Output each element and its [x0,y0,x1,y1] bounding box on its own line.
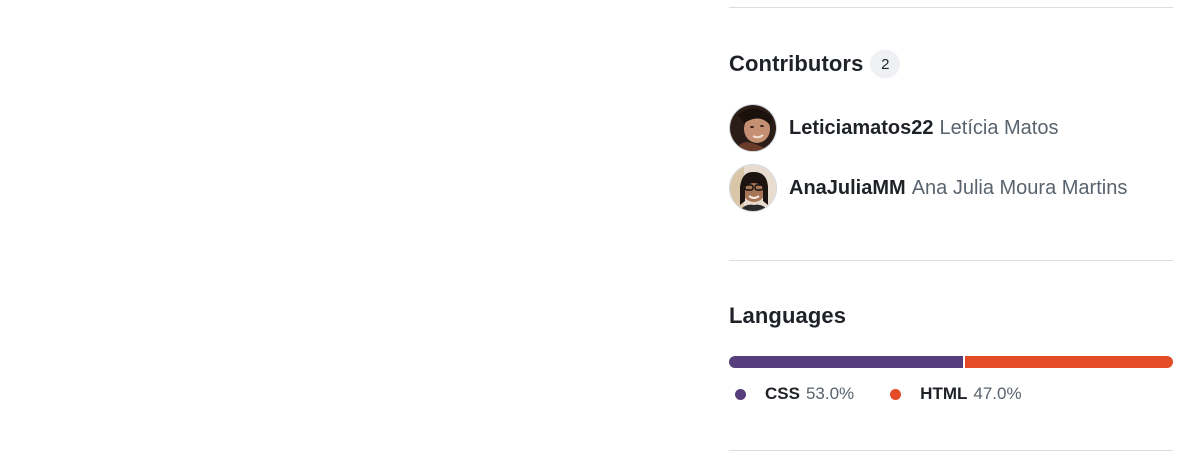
language-name[interactable]: CSS [765,384,800,404]
avatar-image-icon [730,105,776,151]
language-color-dot-icon [890,388,902,400]
contributor-avatar[interactable] [729,104,777,152]
contributor-item[interactable]: Leticiamatos22 Letícia Matos [729,103,1127,153]
language-name[interactable]: HTML [920,384,967,404]
avatar-image-icon [730,165,776,211]
language-item-html[interactable]: HTML 47.0% [890,384,1022,404]
contributors-count-badge: 2 [870,50,901,78]
language-percent: 53.0% [805,384,855,403]
language-item-css[interactable]: CSS 53.0% [735,384,854,404]
section-divider [729,7,1173,8]
section-divider [729,450,1173,451]
contributors-list: Leticiamatos22 Letícia Matos AnaJuliaMM … [729,103,1127,223]
contributor-login[interactable]: AnaJuliaMM [789,177,906,200]
section-divider [729,260,1173,261]
languages-heading: Languages [729,303,847,328]
contributors-title[interactable]: Contributors [729,51,863,77]
contributors-heading[interactable]: Contributors 2 [729,50,901,78]
language-bar-segment-html [965,356,1173,368]
language-color-dot-icon [735,388,746,400]
contributor-name: Letícia Matos [939,116,1059,139]
languages-list: CSS 53.0% HTML 47.0% [735,384,1058,404]
contributor-name: Ana Julia Moura Martins [911,176,1128,199]
contributor-login[interactable]: Leticiamatos22 [789,117,934,140]
contributor-avatar[interactable] [729,164,777,212]
contributor-item[interactable]: AnaJuliaMM Ana Julia Moura Martins [729,163,1127,213]
languages-progress-bar [729,356,1173,368]
language-bar-segment-css [729,356,964,368]
language-percent: 47.0% [973,384,1022,403]
